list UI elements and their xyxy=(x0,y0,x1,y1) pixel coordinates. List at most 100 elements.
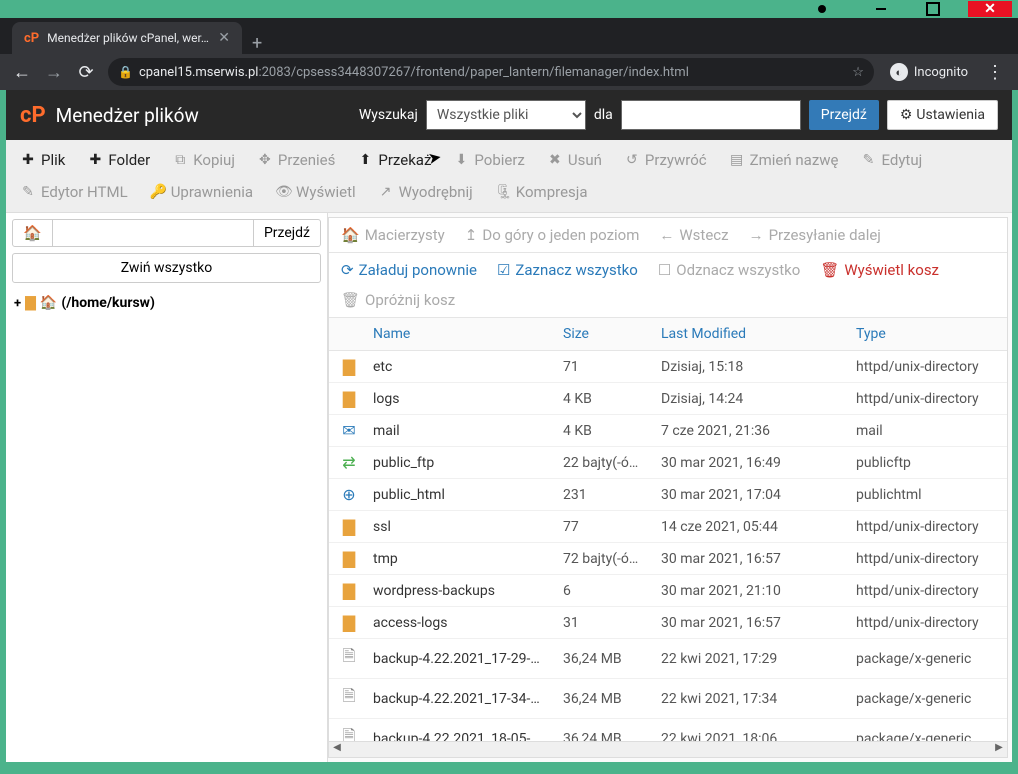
select-all-button[interactable]: ☑Zaznacz wszystko xyxy=(497,261,638,279)
toolbar-przeka--button[interactable]: ⬆Przekaż xyxy=(353,145,435,175)
toolbar-przywr--button[interactable]: ↺Przywróć xyxy=(620,145,711,175)
col-name[interactable]: Name xyxy=(363,318,553,351)
file-table-scroll[interactable]: Name Size Last Modified Type ▇etc71Dzisi… xyxy=(329,318,1007,741)
file-row[interactable]: ⊕public_html23130 mar 2021, 17:04publich… xyxy=(329,479,1007,511)
tree-expand-icon[interactable]: + xyxy=(14,296,21,311)
nav-back-button[interactable]: ←Wstecz xyxy=(659,226,728,244)
toolbar-plik-button[interactable]: ✚Plik xyxy=(16,145,69,175)
nav-forward-button[interactable]: → xyxy=(40,58,68,86)
file-name: logs xyxy=(363,383,553,415)
sidebar-path-input[interactable] xyxy=(53,219,254,247)
incognito-icon: ◐ xyxy=(890,63,908,81)
nav-up-button[interactable]: ↥Do góry o jeden poziom xyxy=(465,226,640,244)
delete-icon: ✖ xyxy=(547,152,563,168)
window-close-button[interactable]: ✕ xyxy=(968,1,1012,17)
search-go-button[interactable]: Przejdź xyxy=(809,100,879,130)
col-type[interactable]: Type xyxy=(846,318,1007,351)
toolbar-edytor-html-button[interactable]: ✎Edytor HTML xyxy=(16,177,132,207)
horizontal-scrollbar[interactable]: ◀ ▶ xyxy=(329,741,1007,757)
nav-back-button[interactable]: ← xyxy=(8,58,36,86)
browser-tab[interactable]: cP Menedżer plików cPanel, wer. 3 ✕ xyxy=(12,22,242,54)
file-row[interactable]: ▇etc71Dzisiaj, 15:18httpd/unix-directory xyxy=(329,351,1007,383)
empty-trash-button[interactable]: 🗑Opróżnij kosz xyxy=(341,291,455,309)
toolbar-zmie-nazw--button[interactable]: ▤Zmień nazwę xyxy=(725,145,843,175)
file-type: httpd/unix-directory xyxy=(846,383,1007,415)
back-icon: ← xyxy=(659,226,674,244)
toolbar-uprawnienia-button[interactable]: 🔑Uprawnienia xyxy=(146,177,257,207)
col-size[interactable]: Size xyxy=(553,318,651,351)
toolbar-edytuj-button[interactable]: ✎Edytuj xyxy=(856,145,926,175)
check-icon: ☑ xyxy=(497,261,510,279)
file-row[interactable]: 🗎backup-4.22.2021_18-05-36,24 MB22 kwi 2… xyxy=(329,719,1007,742)
nav-reload-button[interactable]: ⟳ xyxy=(72,58,100,86)
file-row[interactable]: ▇tmp72 bajty(-ów)30 mar 2021, 16:57httpd… xyxy=(329,543,1007,575)
file-row[interactable]: ⇄public_ftp22 bajty(-ów)30 mar 2021, 16:… xyxy=(329,447,1007,479)
file-modified: 30 mar 2021, 17:04 xyxy=(651,479,846,511)
incognito-badge: ◐ Incognito xyxy=(882,63,976,81)
file-type: httpd/unix-directory xyxy=(846,511,1007,543)
home-icon: 🏠 xyxy=(341,226,360,244)
trash-icon: 🗑 xyxy=(820,261,839,279)
collapse-all-button[interactable]: Zwiń wszystko xyxy=(12,253,321,283)
nav-fwd-button[interactable]: →Przesyłanie dalej xyxy=(749,226,881,244)
toolbar-wyodr-bnij-button[interactable]: ↗Wyodrębnij xyxy=(374,177,477,207)
tab-strip: cP Menedżer plików cPanel, wer. 3 ✕ + xyxy=(0,18,1018,54)
sidebar-go-button[interactable]: Przejdź xyxy=(254,219,321,247)
toolbar-kopiuj-button[interactable]: ⧉Kopiuj xyxy=(168,145,239,175)
ftp-icon: ⇄ xyxy=(339,453,359,472)
new-tab-button[interactable]: + xyxy=(242,33,272,54)
search-input[interactable] xyxy=(621,100,801,130)
nav-home-button[interactable]: 🏠Macierzysty xyxy=(341,226,445,244)
os-titlebar: ✕ xyxy=(0,0,1018,18)
toolbar-pobierz-button[interactable]: ⬇Pobierz xyxy=(449,145,528,175)
scroll-right-icon[interactable]: ▶ xyxy=(991,742,1007,757)
file-type: httpd/unix-directory xyxy=(846,543,1007,575)
file-size: 36,24 MB xyxy=(553,719,651,742)
file-row[interactable]: ▇access-logs3130 mar 2021, 16:57httpd/un… xyxy=(329,607,1007,639)
toolbar-kompresja-button[interactable]: 🗜Kompresja xyxy=(491,177,592,207)
tree-root-node[interactable]: + ▇ 🏠 (/home/kursw) xyxy=(14,295,319,311)
file-row[interactable]: ✉mail4 KB7 cze 2021, 21:36mail xyxy=(329,415,1007,447)
maximize-button[interactable] xyxy=(916,2,950,16)
folder-icon: ▇ xyxy=(339,517,359,536)
toolbar-usu--button[interactable]: ✖Usuń xyxy=(543,145,606,175)
file-type: package/x-generic xyxy=(846,719,1007,742)
scroll-left-icon[interactable]: ◀ xyxy=(329,742,345,757)
search-scope-select[interactable]: Wszystkie pliki xyxy=(426,100,586,130)
file-row[interactable]: ▇ssl7714 cze 2021, 05:44httpd/unix-direc… xyxy=(329,511,1007,543)
toolbar-wy-wietl-button[interactable]: 👁Wyświetl xyxy=(271,177,360,207)
file-row[interactable]: 🗎backup-4.22.2021_17-34-46_kursw.tar.gz3… xyxy=(329,679,1007,719)
undo-icon: ↺ xyxy=(624,152,640,168)
bookmark-star-icon[interactable]: ☆ xyxy=(852,65,864,80)
file-type: publicftp xyxy=(846,447,1007,479)
plus-icon: ✚ xyxy=(87,152,103,168)
file-row[interactable]: ▇logs4 KBDzisiaj, 14:24httpd/unix-direct… xyxy=(329,383,1007,415)
file-size: 72 bajty(-ów) xyxy=(553,543,651,575)
col-icon[interactable] xyxy=(329,318,363,351)
sidebar: 🏠 Przejdź Zwiń wszystko + ▇ 🏠 (/home/kur… xyxy=(6,213,328,762)
file-row[interactable]: 🗎backup-4.22.2021_17-29-41_kursw.tar.gz3… xyxy=(329,639,1007,679)
sidebar-home-button[interactable]: 🏠 xyxy=(12,219,53,247)
view-icon: 👁 xyxy=(275,184,291,200)
settings-button[interactable]: ⚙ Ustawienia xyxy=(887,100,998,130)
file-row[interactable]: ▇wordpress-backups630 mar 2021, 21:10htt… xyxy=(329,575,1007,607)
toolbar-przenie--button[interactable]: ✥Przenieś xyxy=(253,145,339,175)
tab-close-icon[interactable]: ✕ xyxy=(218,30,230,46)
trash-icon: 🗑 xyxy=(341,291,360,309)
view-trash-button[interactable]: 🗑Wyświetl kosz xyxy=(820,261,939,279)
minimize-button[interactable] xyxy=(864,2,898,16)
browser-menu-button[interactable]: ⋮ xyxy=(980,62,1010,83)
unselect-all-button[interactable]: ☐Odznacz wszystko xyxy=(658,261,801,279)
folder-icon: ▇ xyxy=(339,357,359,376)
reload-button[interactable]: ⟳Załaduj ponownie xyxy=(341,261,477,279)
address-bar[interactable]: 🔒 cpanel15.mserwis.pl:2083/cpsess3448307… xyxy=(108,58,874,86)
col-modified[interactable]: Last Modified xyxy=(651,318,846,351)
file-type: httpd/unix-directory xyxy=(846,351,1007,383)
file-size: 231 xyxy=(553,479,651,511)
navigation-bar: 🏠Macierzysty ↥Do góry o jeden poziom ←Wste… xyxy=(329,218,1007,253)
cpanel-favicon-icon: cP xyxy=(24,31,39,46)
file-type: mail xyxy=(846,415,1007,447)
folder-icon: ▇ xyxy=(339,389,359,408)
toolbar-folder-button[interactable]: ✚Folder xyxy=(83,145,154,175)
mail-icon: ✉ xyxy=(339,421,359,440)
